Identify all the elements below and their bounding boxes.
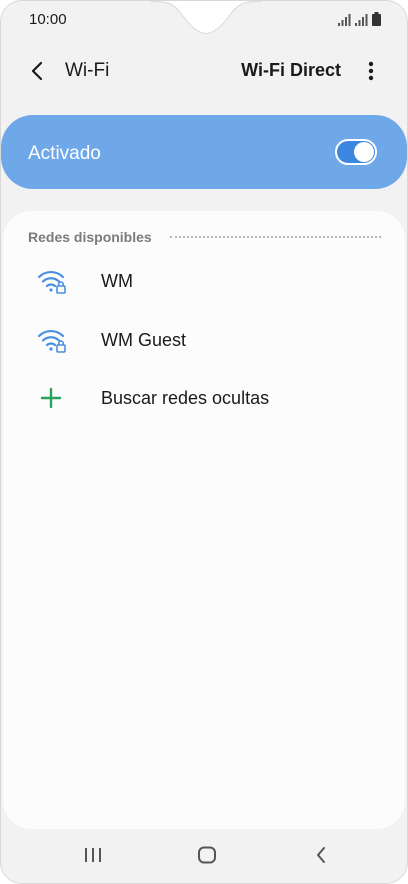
home-icon bbox=[198, 846, 216, 864]
back-icon bbox=[31, 61, 43, 81]
phone-screen: 10:00 Wi-Fi Wi-Fi Direct Activado Redes … bbox=[0, 0, 408, 884]
section-title: Redes disponibles bbox=[28, 229, 152, 245]
more-options-icon bbox=[368, 61, 374, 81]
add-hidden-network-label: Buscar redes ocultas bbox=[101, 388, 270, 408]
navigation-bar bbox=[1, 827, 407, 883]
app-bar: Wi-Fi Wi-Fi Direct bbox=[1, 51, 407, 91]
master-switch-label: Activado bbox=[28, 143, 101, 164]
wifi-lock-icon bbox=[37, 270, 66, 294]
status-bar: 10:00 bbox=[1, 1, 407, 39]
networks-card: Redes disponibles WM WM Guest Buscar red… bbox=[3, 211, 405, 829]
nav-back-button[interactable] bbox=[306, 841, 336, 869]
camera-notch bbox=[151, 1, 261, 35]
wifi-master-switch[interactable]: Activado bbox=[1, 115, 407, 189]
wifi-toggle[interactable] bbox=[335, 139, 377, 165]
wifi-direct-button[interactable]: Wi-Fi Direct bbox=[241, 60, 341, 81]
plus-icon bbox=[40, 387, 62, 409]
network-name: WM bbox=[101, 271, 133, 291]
home-button[interactable] bbox=[192, 841, 222, 869]
network-item-wm[interactable]: WM bbox=[3, 253, 405, 309]
page-title: Wi-Fi bbox=[65, 60, 110, 81]
wifi-lock-icon bbox=[37, 329, 66, 353]
back-icon bbox=[317, 847, 325, 863]
recent-apps-button[interactable] bbox=[78, 841, 108, 869]
network-name: WM Guest bbox=[101, 330, 187, 350]
signal-icon bbox=[355, 14, 368, 26]
section-divider bbox=[169, 236, 381, 238]
toggle-knob bbox=[354, 142, 374, 162]
battery-icon bbox=[372, 12, 381, 26]
section-header: Redes disponibles bbox=[28, 227, 381, 247]
network-item-wm-guest[interactable]: WM Guest bbox=[3, 312, 405, 368]
add-hidden-network-button[interactable]: Buscar redes ocultas bbox=[3, 370, 405, 426]
recent-apps-icon bbox=[85, 848, 101, 862]
back-button[interactable] bbox=[23, 57, 51, 85]
status-time: 10:00 bbox=[29, 11, 67, 28]
signal-icon bbox=[338, 14, 351, 26]
more-options-button[interactable] bbox=[359, 57, 383, 85]
